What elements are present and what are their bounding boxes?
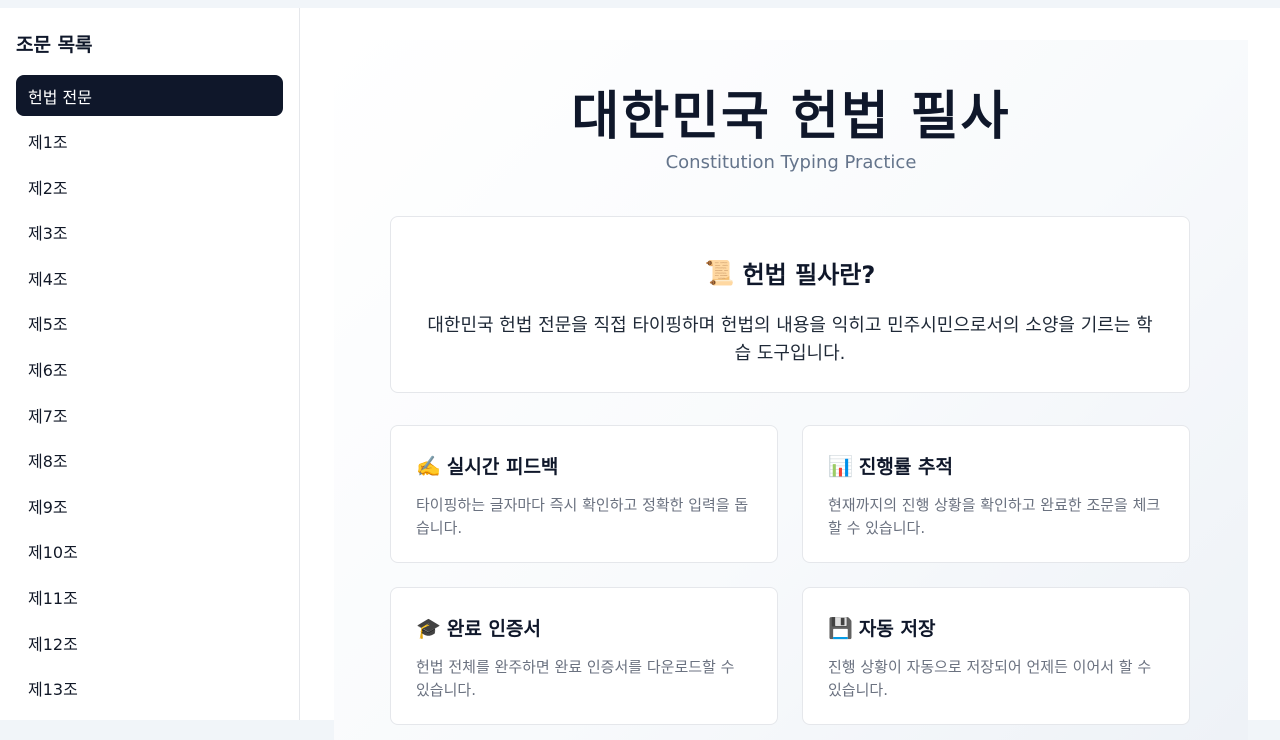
- intro-text: 대한민국 헌법 전문을 직접 타이핑하며 헌법의 내용을 익히고 민주시민으로서…: [427, 315, 1153, 364]
- feature-heading: 🎓 완료 인증서: [416, 614, 752, 641]
- intro-heading: 📜 헌법 필사란?: [391, 255, 1189, 290]
- sidebar-item-article-5[interactable]: 제5조: [16, 303, 283, 344]
- feature-heading: 💾 자동 저장: [828, 614, 1164, 641]
- feature-text: 진행 상황이 자동으로 저장되어 언제든 이어서 할 수 있습니다.: [828, 658, 1152, 699]
- feature-title: 자동 저장: [858, 618, 936, 640]
- sidebar-item-preamble[interactable]: 헌법 전문: [16, 75, 283, 116]
- sidebar-item-article-10[interactable]: 제10조: [16, 531, 283, 572]
- app-window: 조문 목록 헌법 전문 제1조 제2조 제3조 제4조 제5조 제6조 제7조 …: [0, 8, 1280, 740]
- bar-chart-icon: 📊: [828, 453, 853, 478]
- feature-heading: ✍️ 실시간 피드백: [416, 452, 752, 479]
- sidebar-item-article-4[interactable]: 제4조: [16, 257, 283, 298]
- feature-heading: 📊 진행률 추적: [828, 452, 1164, 479]
- feature-card-auto-save: 💾 자동 저장 진행 상황이 자동으로 저장되어 언제든 이어서 할 수 있습니…: [802, 587, 1190, 725]
- sidebar-item-article-12[interactable]: 제12조: [16, 622, 283, 663]
- feature-text: 타이핑하는 글자마다 즉시 확인하고 정확한 입력을 돕습니다.: [416, 496, 749, 537]
- feature-text: 현재까지의 진행 상황을 확인하고 완료한 조문을 체크할 수 있습니다.: [828, 496, 1161, 537]
- page-subtitle: Constitution Typing Practice: [665, 152, 917, 173]
- feature-title: 실시간 피드백: [446, 456, 559, 478]
- feature-card-progress-tracking: 📊 진행률 추적 현재까지의 진행 상황을 확인하고 완료한 조문을 체크할 수…: [802, 425, 1190, 563]
- feature-title: 진행률 추적: [858, 456, 953, 478]
- sidebar-title: 조문 목록: [16, 34, 93, 56]
- sidebar-list: 헌법 전문 제1조 제2조 제3조 제4조 제5조 제6조 제7조 제8조 제9…: [16, 75, 283, 709]
- intro-heading-text: 헌법 필사란?: [742, 261, 876, 289]
- floppy-disk-icon: 💾: [828, 615, 853, 640]
- feature-title: 완료 인증서: [446, 618, 541, 640]
- sidebar-item-article-6[interactable]: 제6조: [16, 349, 283, 390]
- sidebar-item-article-13[interactable]: 제13조: [16, 668, 283, 709]
- sidebar-item-article-9[interactable]: 제9조: [16, 485, 283, 526]
- page-title: 대한민국 헌법 필사: [571, 87, 1011, 147]
- main-content: 대한민국 헌법 필사 Constitution Typing Practice …: [300, 8, 1280, 740]
- welcome-panel: 대한민국 헌법 필사 Constitution Typing Practice …: [334, 40, 1248, 740]
- graduation-cap-icon: 🎓: [416, 615, 441, 640]
- sidebar-item-article-3[interactable]: 제3조: [16, 212, 283, 253]
- writing-hand-icon: ✍️: [416, 453, 441, 478]
- sidebar-item-article-11[interactable]: 제11조: [16, 577, 283, 618]
- sidebar-item-article-2[interactable]: 제2조: [16, 166, 283, 207]
- sidebar-item-article-7[interactable]: 제7조: [16, 394, 283, 435]
- sidebar-item-article-8[interactable]: 제8조: [16, 440, 283, 481]
- feature-text: 헌법 전체를 완주하면 완료 인증서를 다운로드할 수 있습니다.: [416, 658, 735, 699]
- feature-card-completion-certificate: 🎓 완료 인증서 헌법 전체를 완주하면 완료 인증서를 다운로드할 수 있습니…: [390, 587, 778, 725]
- scroll-icon: 📜: [704, 258, 735, 287]
- feature-card-realtime-feedback: ✍️ 실시간 피드백 타이핑하는 글자마다 즉시 확인하고 정확한 입력을 돕습…: [390, 425, 778, 563]
- sidebar-item-article-1[interactable]: 제1조: [16, 121, 283, 162]
- intro-card: 📜 헌법 필사란? 대한민국 헌법 전문을 직접 타이핑하며 헌법의 내용을 익…: [390, 216, 1190, 393]
- sidebar: 조문 목록 헌법 전문 제1조 제2조 제3조 제4조 제5조 제6조 제7조 …: [0, 8, 300, 720]
